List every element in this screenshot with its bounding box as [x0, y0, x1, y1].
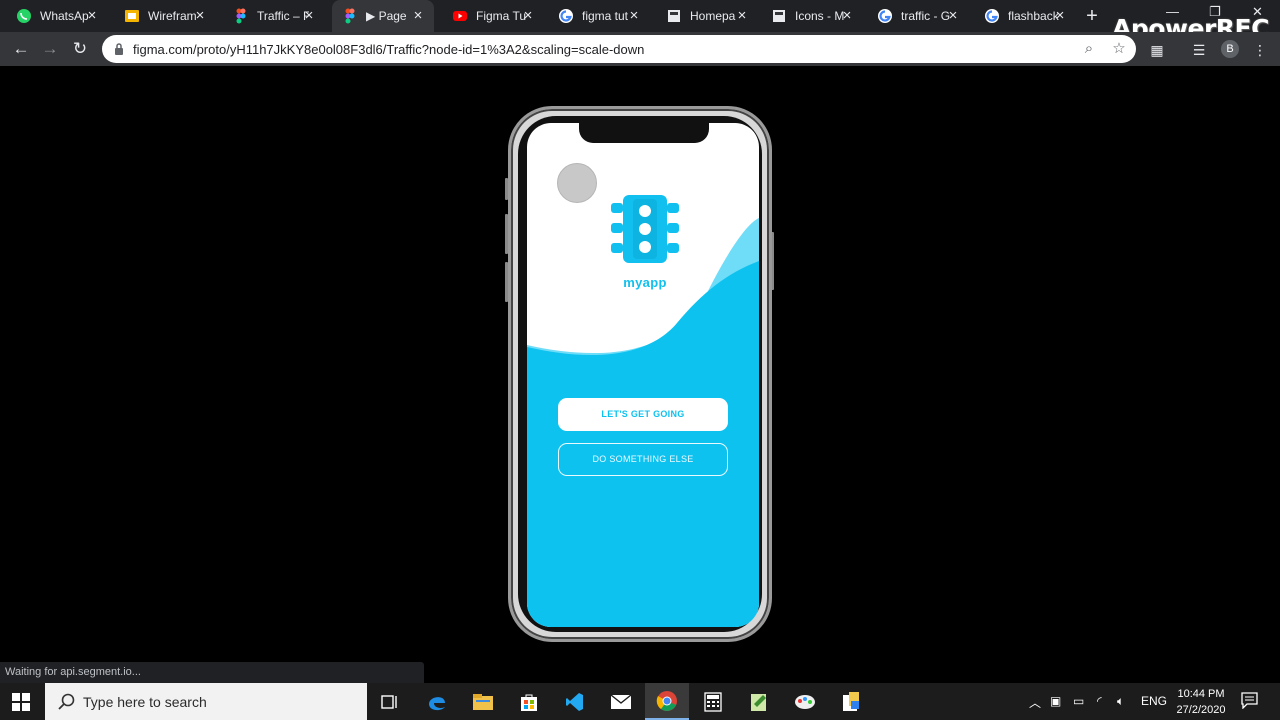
clock-time: 10:44 PM	[1177, 688, 1225, 700]
tab-close-icon[interactable]: ×	[839, 8, 855, 24]
lock-icon	[115, 43, 123, 55]
touch-cursor-indicator	[557, 163, 597, 203]
do-something-else-button[interactable]: DO SOMETHING ELSE	[558, 443, 728, 476]
edge-icon[interactable]	[415, 683, 459, 720]
menu-kebab-icon[interactable]: ⋮	[1251, 41, 1269, 59]
google-icon	[877, 8, 893, 24]
youtube-icon	[452, 8, 468, 24]
media-queue-icon[interactable]: ☰	[1190, 41, 1208, 59]
volume-icon[interactable]: 🔈︎	[1117, 694, 1124, 709]
paint-icon[interactable]	[783, 683, 827, 720]
action-center-icon[interactable]	[1241, 692, 1258, 709]
address-bar[interactable]: figma.com/proto/yH11h7JkKY8e0ol08F3dl6/T…	[102, 35, 1136, 63]
taskbar-search-box[interactable]: Type here to search	[45, 683, 367, 720]
browser-tab[interactable]: traffic - G ×	[867, 0, 969, 32]
tab-close-icon[interactable]: ×	[520, 8, 536, 24]
profile-avatar[interactable]: B	[1221, 40, 1239, 58]
taskbar-clock[interactable]: 10:44 PM 27/2/2020	[1172, 686, 1230, 718]
mail-icon[interactable]	[599, 683, 643, 720]
tab-strip: WhatsAp × Wirefram × Traffic – F × ▶ Page × Figm…	[0, 0, 1280, 32]
new-tab-button[interactable]: +	[1082, 6, 1102, 26]
windows-start-icon[interactable]	[12, 693, 30, 711]
phone-notch	[579, 123, 709, 143]
tab-close-icon[interactable]: ×	[626, 8, 642, 24]
whatsapp-icon	[16, 8, 32, 24]
tab-close-icon[interactable]: ×	[945, 8, 961, 24]
browser-tab[interactable]: flashback ×	[974, 0, 1076, 32]
calculator-icon[interactable]	[691, 683, 735, 720]
traffic-light-icon	[611, 195, 679, 263]
clock-date: 27/2/2020	[1176, 704, 1226, 716]
store-icon[interactable]	[507, 683, 551, 720]
tab-close-icon[interactable]: ×	[192, 8, 208, 24]
figma-icon	[233, 8, 249, 24]
browser-tab[interactable]: figma tut ×	[548, 0, 650, 32]
google-slides-icon	[124, 8, 140, 24]
back-button[interactable]: ←	[11, 39, 31, 59]
tab-close-icon[interactable]: ×	[301, 8, 317, 24]
browser-tab[interactable]: Figma Tu ×	[442, 0, 544, 32]
zoom-icon[interactable]: ⌕	[1080, 40, 1098, 58]
page-icon	[666, 8, 682, 24]
lets-get-going-button[interactable]: LET'S GET GOING	[558, 398, 728, 431]
reload-button[interactable]: ↻	[70, 39, 90, 59]
installer-icon[interactable]	[829, 683, 873, 720]
tray-app-icon[interactable]: ▣	[1050, 694, 1061, 708]
tab-close-icon[interactable]: ×	[410, 8, 426, 24]
prototype-screen[interactable]: myapp LET'S GET GOING DO SOMETHING ELSE	[527, 123, 759, 627]
tab-close-icon[interactable]: ×	[1052, 8, 1068, 24]
notepad-icon[interactable]	[737, 683, 781, 720]
battery-icon[interactable]: ▭	[1073, 694, 1084, 708]
tab-close-icon[interactable]: ×	[734, 8, 750, 24]
tab-close-icon[interactable]: ×	[84, 8, 100, 24]
tray-overflow-icon[interactable]: ︿	[1029, 694, 1041, 711]
google-icon	[984, 8, 1000, 24]
browser-tab[interactable]: Icons - M ×	[761, 0, 863, 32]
browser-status-bar: Waiting for api.segment.io...	[0, 662, 424, 683]
task-view-icon[interactable]	[368, 683, 412, 720]
file-explorer-icon[interactable]	[461, 683, 505, 720]
figma-icon	[342, 8, 358, 24]
browser-tab[interactable]: WhatsAp ×	[6, 0, 108, 32]
url-text: figma.com/proto/yH11h7JkKY8e0ol08F3dl6/T…	[133, 42, 645, 57]
app-name: myapp	[623, 275, 667, 290]
phone-frame: myapp LET'S GET GOING DO SOMETHING ELSE	[508, 106, 772, 642]
extension-icon[interactable]: ▦	[1148, 41, 1166, 59]
search-placeholder: Type here to search	[83, 694, 207, 710]
vscode-icon[interactable]	[553, 683, 597, 720]
wifi-icon[interactable]: ◜	[1097, 694, 1102, 708]
browser-tab[interactable]: Wirefram ×	[114, 0, 216, 32]
chrome-taskbar-icon[interactable]	[645, 683, 689, 720]
language-indicator[interactable]: ENG	[1141, 694, 1167, 708]
search-icon	[58, 693, 75, 710]
bookmark-star-icon[interactable]: ☆	[1110, 40, 1128, 58]
browser-tab[interactable]: ▶ Page ×	[332, 0, 434, 32]
google-icon	[558, 8, 574, 24]
forward-button[interactable]: →	[40, 39, 60, 59]
browser-tab[interactable]: Traffic – F ×	[223, 0, 325, 32]
page-icon	[771, 8, 787, 24]
browser-tab[interactable]: Homepa ×	[656, 0, 758, 32]
